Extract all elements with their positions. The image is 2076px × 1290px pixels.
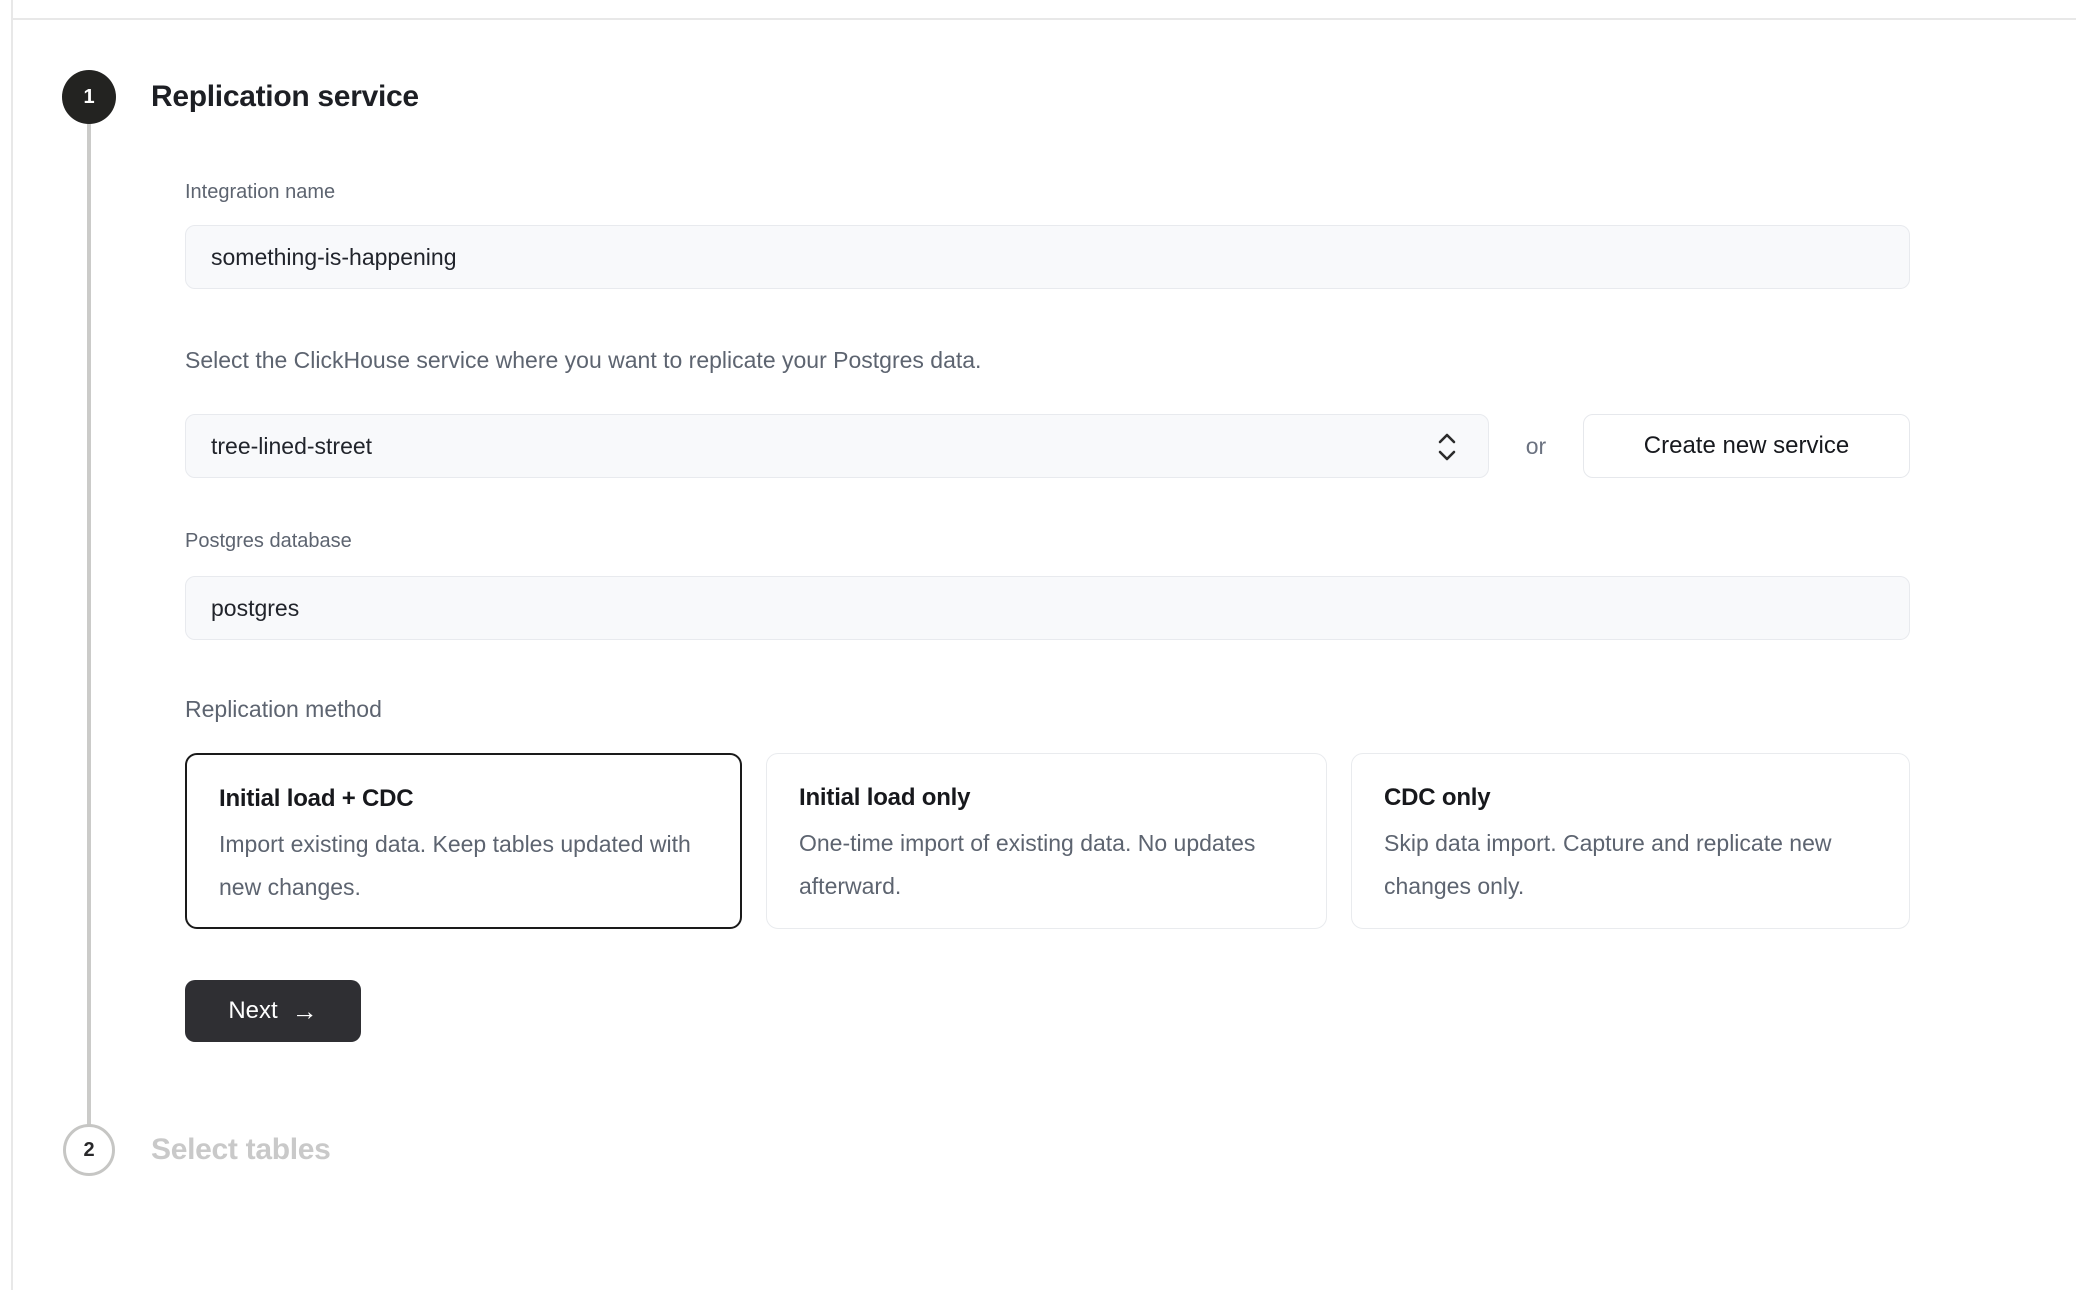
replication-method-label: Replication method [185, 696, 382, 723]
integration-name-input[interactable] [185, 225, 1910, 289]
method-card-title: CDC only [1384, 784, 1877, 812]
integration-name-label: Integration name [185, 180, 335, 204]
or-label: or [1497, 414, 1575, 478]
method-card-description: Import existing data. Keep tables update… [219, 823, 708, 909]
step-number: 2 [83, 1139, 94, 1162]
method-card-cdc-only[interactable]: CDC only Skip data import. Capture and r… [1351, 753, 1910, 929]
method-card-title: Initial load only [799, 784, 1294, 812]
step-title-replication-service: Replication service [151, 70, 419, 124]
step-indicator-2: 2 [63, 1124, 115, 1176]
selected-service-value: tree-lined-street [211, 433, 372, 460]
method-card-description: Skip data import. Capture and replicate … [1384, 822, 1877, 908]
panel-top-border [11, 18, 2076, 20]
arrow-right-icon: → [292, 998, 318, 1024]
step-title-select-tables: Select tables [151, 1124, 331, 1176]
next-button-label: Next [228, 997, 277, 1025]
step-indicator-1: 1 [62, 70, 116, 124]
panel-left-border [11, 0, 13, 1290]
clickhouse-service-select[interactable]: tree-lined-street [185, 414, 1489, 478]
method-card-initial-load-only[interactable]: Initial load only One-time import of exi… [766, 753, 1327, 929]
method-card-title: Initial load + CDC [219, 785, 708, 813]
create-new-service-button[interactable]: Create new service [1583, 414, 1910, 478]
postgres-database-label: Postgres database [185, 529, 352, 553]
step-connector-line [87, 97, 91, 1150]
method-card-description: One-time import of existing data. No upd… [799, 822, 1294, 908]
service-select-description: Select the ClickHouse service where you … [185, 346, 981, 374]
select-updown-chevron-icon [1434, 432, 1460, 462]
method-card-initial-load-cdc[interactable]: Initial load + CDC Import existing data.… [185, 753, 742, 929]
next-button[interactable]: Next → [185, 980, 361, 1042]
step-number: 1 [83, 86, 94, 109]
postgres-database-input[interactable] [185, 576, 1910, 640]
